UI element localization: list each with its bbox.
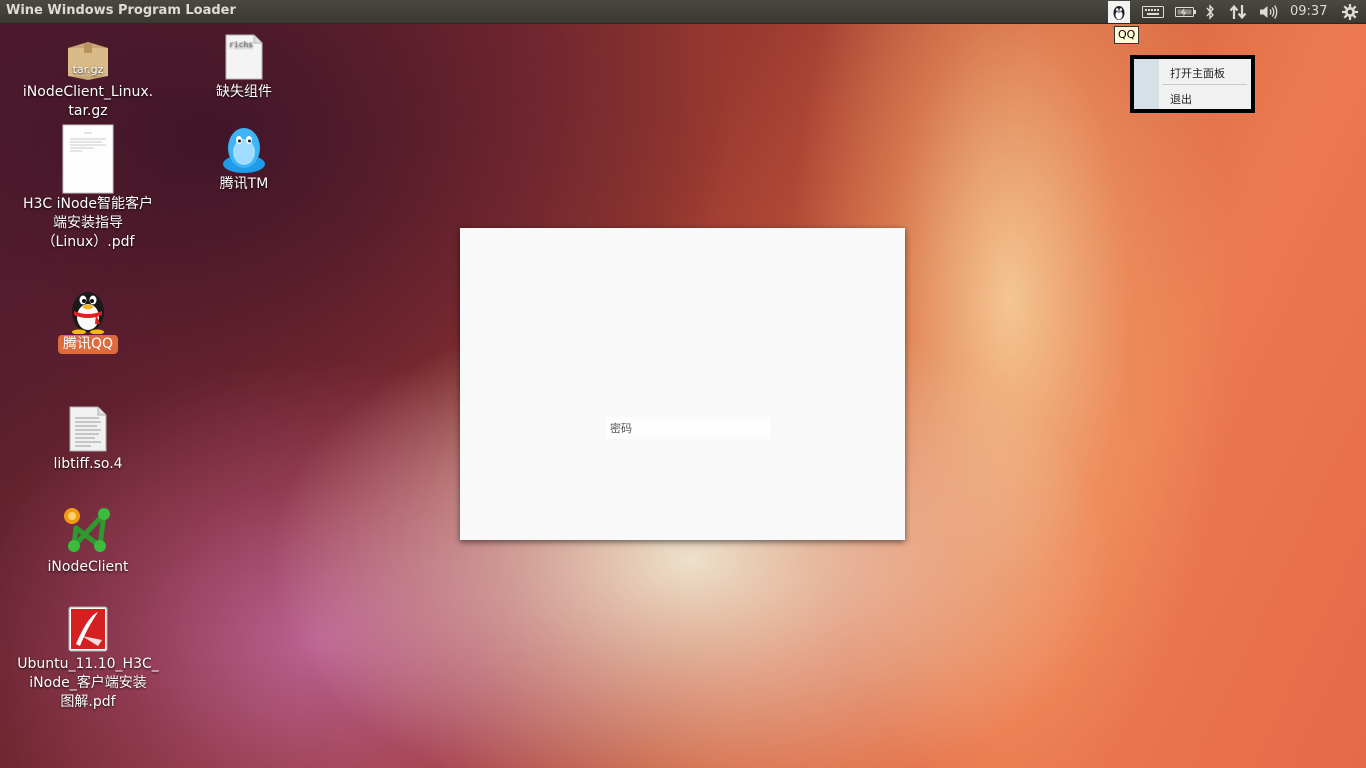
app-title: Wine Windows Program Loader: [6, 3, 236, 18]
session-gear-icon[interactable]: [1338, 0, 1362, 24]
desktop-icon-tencent-qq[interactable]: 腾讯QQ: [38, 286, 138, 354]
desktop-icon-missing-components[interactable]: richs 缺失组件: [194, 34, 294, 102]
tm-penguin-icon: [220, 124, 268, 174]
menu-separator: [1162, 84, 1247, 85]
svg-text:tar.gz: tar.gz: [73, 63, 104, 76]
text-file-icon: richs: [225, 34, 263, 80]
qq-tooltip: QQ: [1114, 26, 1140, 44]
desktop-icon-label: iNodeClient: [47, 559, 129, 575]
archive-icon: tar.gz: [66, 40, 110, 80]
bluetooth-icon[interactable]: [1202, 0, 1218, 24]
battery-icon[interactable]: [1174, 0, 1198, 24]
qq-login-window: [460, 228, 905, 540]
qq-penguin-icon: [66, 286, 110, 335]
desktop-icon-ubuntu-inode-pdf[interactable]: Ubuntu_11.10_H3C_ iNode_客户端安装 图解.pdf: [14, 606, 162, 712]
inode-client-icon: [62, 504, 114, 556]
desktop-icon-libtiff[interactable]: libtiff.so.4: [38, 406, 138, 474]
volume-icon[interactable]: [1257, 0, 1281, 24]
desktop-icon-h3c-pdf[interactable]: H3C iNode智能客户 端安装指导 （Linux）.pdf: [14, 124, 162, 252]
menu-icon-column: [1134, 59, 1159, 109]
menu-item-exit[interactable]: 退出: [1170, 89, 1192, 111]
desktop-icon-label: Ubuntu_11.10_H3C_ iNode_客户端安装 图解.pdf: [17, 656, 159, 710]
library-file-icon: [69, 406, 107, 452]
desktop-icon-label: libtiff.so.4: [53, 456, 123, 472]
qq-tray-icon[interactable]: [1108, 1, 1130, 23]
pdf-reader-icon: [68, 606, 108, 652]
desktop-icon-label: 缺失组件: [216, 84, 272, 100]
menu-item-open-main-panel[interactable]: 打开主面板: [1170, 63, 1225, 85]
desktop-icon-label: 腾讯QQ: [57, 335, 119, 354]
top-panel: Wine Windows Program Loader 09:37: [0, 0, 1366, 24]
desktop-icon-tencent-tm[interactable]: 腾讯TM: [194, 124, 294, 194]
desktop-icon-inodeclient[interactable]: iNodeClient: [38, 504, 138, 577]
svg-text:richs: richs: [229, 40, 253, 49]
network-icon[interactable]: [1226, 0, 1250, 24]
desktop-icon-label: H3C iNode智能客户 端安装指导 （Linux）.pdf: [22, 196, 154, 250]
desktop-icon-label: 腾讯TM: [219, 176, 269, 192]
password-field[interactable]: [606, 417, 771, 439]
desktop-icon-inodeclient-targz[interactable]: tar.gz iNodeClient_Linux. tar.gz: [14, 40, 162, 121]
keyboard-icon[interactable]: [1140, 0, 1166, 24]
tray-context-menu: 打开主面板 退出: [1130, 55, 1255, 113]
clock[interactable]: 09:37: [1290, 4, 1327, 19]
pdf-document-icon: [62, 124, 114, 194]
desktop-icon-label: iNodeClient_Linux. tar.gz: [22, 84, 154, 119]
